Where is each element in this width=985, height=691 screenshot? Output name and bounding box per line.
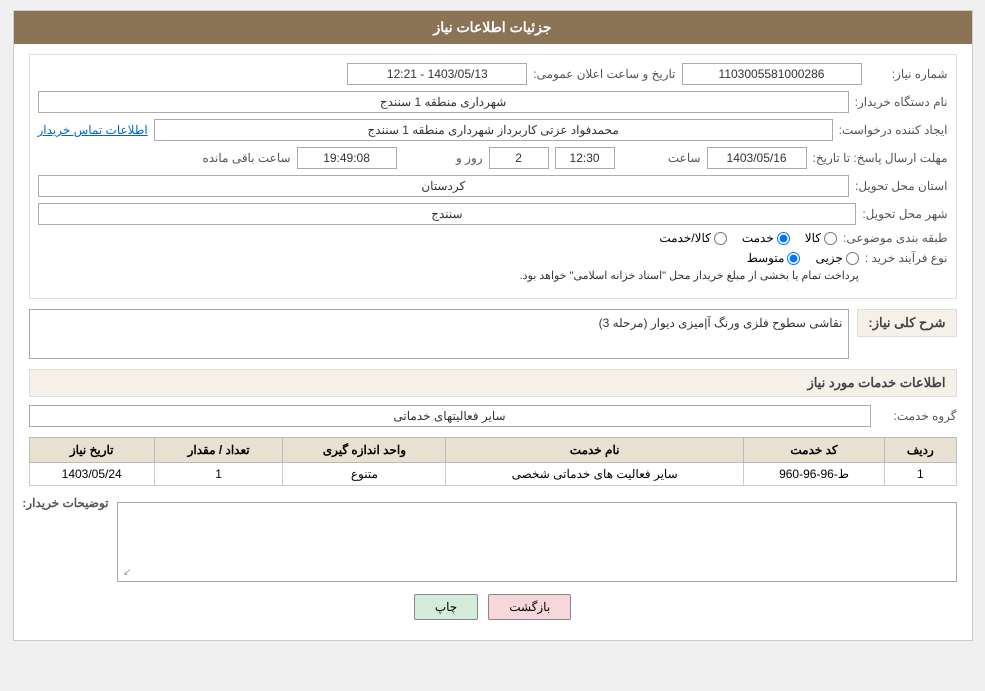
category-label: طبقه بندی موضوعی:	[843, 231, 948, 245]
category-khedmat[interactable]: خدمت	[742, 231, 790, 245]
need-number-value: 1103005581000286	[682, 63, 862, 85]
deadline-time-label: ساعت	[621, 151, 701, 165]
announcement-value: 1403/05/13 - 12:21	[347, 63, 527, 85]
service-group-value: سایر فعالیتهای خدماتی	[29, 405, 871, 427]
services-table: ردیف کد خدمت نام خدمت واحد اندازه گیری ت…	[29, 437, 957, 486]
buyer-notes-label: توضیحات خریدار:	[29, 496, 109, 510]
purchase-type-desc: پرداخت تمام یا بخشی از مبلغ خریداز محل "…	[38, 269, 859, 284]
category-khedmat-radio[interactable]	[777, 232, 790, 245]
row-category: طبقه بندی موضوعی: کالا خدمت کالا/خدمت	[38, 231, 948, 245]
row-city: شهر محل تحویل: سنندج	[38, 203, 948, 225]
cell-service-name: سایر فعالیت های خدماتی شخصی	[446, 463, 744, 486]
cell-service-code: ط-96-96-960	[743, 463, 884, 486]
page-wrapper: جزئیات اطلاعات نیاز شماره نیاز: 11030055…	[13, 10, 973, 641]
category-radio-group: کالا خدمت کالا/خدمت	[659, 231, 837, 245]
row-announcement: شماره نیاز: 1103005581000286 تاریخ و ساع…	[38, 63, 948, 85]
cell-row-num: 1	[885, 463, 956, 486]
category-kala-khedmat[interactable]: کالا/خدمت	[659, 231, 726, 245]
need-description-title: شرح کلی نیاز:	[857, 309, 956, 337]
creator-link[interactable]: اطلاعات تماس خریدار	[38, 123, 148, 137]
col-quantity: تعداد / مقدار	[154, 438, 283, 463]
deadline-day-label: روز و	[403, 151, 483, 165]
row-province: استان محل تحویل: کردستان	[38, 175, 948, 197]
row-service-group: گروه خدمت: سایر فعالیتهای خدماتی	[29, 405, 957, 427]
buyer-notes-row: ↙ توضیحات خریدار:	[29, 496, 957, 582]
category-kala[interactable]: کالا	[805, 231, 837, 245]
cell-unit: متنوع	[283, 463, 446, 486]
need-number-label: شماره نیاز:	[868, 67, 948, 81]
category-kala-radio[interactable]	[824, 232, 837, 245]
service-group-label: گروه خدمت:	[877, 409, 957, 423]
announcement-label: تاریخ و ساعت اعلان عمومی:	[533, 67, 675, 81]
purchase-jozii-radio[interactable]	[846, 252, 859, 265]
col-service-name: نام خدمت	[446, 438, 744, 463]
row-buyer-org: نام دستگاه خریدار: شهرداری منطقه 1 سنندج	[38, 91, 948, 113]
province-value: کردستان	[38, 175, 850, 197]
table-header-row: ردیف کد خدمت نام خدمت واحد اندازه گیری ت…	[29, 438, 956, 463]
deadline-date: 1403/05/16	[707, 147, 807, 169]
cell-quantity: 1	[154, 463, 283, 486]
buttons-row: بازگشت چاپ	[29, 594, 957, 620]
purchase-jozii[interactable]: جزیی	[815, 251, 858, 265]
deadline-remaining: 19:49:08	[297, 147, 397, 169]
col-unit: واحد اندازه گیری	[283, 438, 446, 463]
col-date: تاریخ نیاز	[29, 438, 154, 463]
services-section-title: اطلاعات خدمات مورد نیاز	[29, 369, 957, 397]
need-description-value: نقاشی سطوح فلزی ورنگ آ|میزی دیوار (مرحله…	[29, 309, 850, 359]
deadline-label: مهلت ارسال پاسخ: تا تاریخ:	[813, 151, 948, 165]
purchase-motevaset[interactable]: متوسط	[747, 251, 801, 265]
content-area: شماره نیاز: 1103005581000286 تاریخ و ساع…	[14, 44, 972, 640]
need-description-row: شرح کلی نیاز: نقاشی سطوح فلزی ورنگ آ|میز…	[29, 309, 957, 359]
table-row: 1 ط-96-96-960 سایر فعالیت های خدماتی شخص…	[29, 463, 956, 486]
back-button[interactable]: بازگشت	[488, 594, 571, 620]
creator-label: ایجاد کننده درخواست:	[839, 123, 948, 137]
main-info-section: شماره نیاز: 1103005581000286 تاریخ و ساع…	[29, 54, 957, 299]
deadline-time: 12:30	[555, 147, 615, 169]
buyer-org-label: نام دستگاه خریدار:	[855, 95, 948, 109]
page-title: جزئیات اطلاعات نیاز	[14, 11, 972, 44]
purchase-type-label: نوع فرآیند خرید :	[865, 251, 948, 265]
col-service-code: کد خدمت	[743, 438, 884, 463]
row-purchase-type: نوع فرآیند خرید : جزیی متوسط پرداخت تمام…	[38, 251, 948, 284]
deadline-days: 2	[489, 147, 549, 169]
creator-value: محمدفواد عزتی کاربرداز شهرداری منطقه 1 س…	[154, 119, 833, 141]
province-label: استان محل تحویل:	[855, 179, 947, 193]
buyer-org-value: شهرداری منطقه 1 سنندج	[38, 91, 849, 113]
row-deadline: مهلت ارسال پاسخ: تا تاریخ: 1403/05/16 سا…	[38, 147, 948, 169]
row-creator: ایجاد کننده درخواست: محمدفواد عزتی کاربر…	[38, 119, 948, 141]
buyer-notes-box: ↙	[117, 502, 957, 582]
city-label: شهر محل تحویل:	[862, 207, 947, 221]
purchase-motevaset-radio[interactable]	[787, 252, 800, 265]
purchase-type-radio-group: جزیی متوسط	[38, 251, 859, 265]
services-table-section: ردیف کد خدمت نام خدمت واحد اندازه گیری ت…	[29, 437, 957, 486]
city-value: سنندج	[38, 203, 857, 225]
deadline-remaining-label: ساعت باقی مانده	[202, 151, 290, 165]
col-row-num: ردیف	[885, 438, 956, 463]
category-kala-khedmat-radio[interactable]	[714, 232, 727, 245]
print-button[interactable]: چاپ	[414, 594, 478, 620]
resize-handle: ↙	[120, 567, 132, 579]
cell-date: 1403/05/24	[29, 463, 154, 486]
